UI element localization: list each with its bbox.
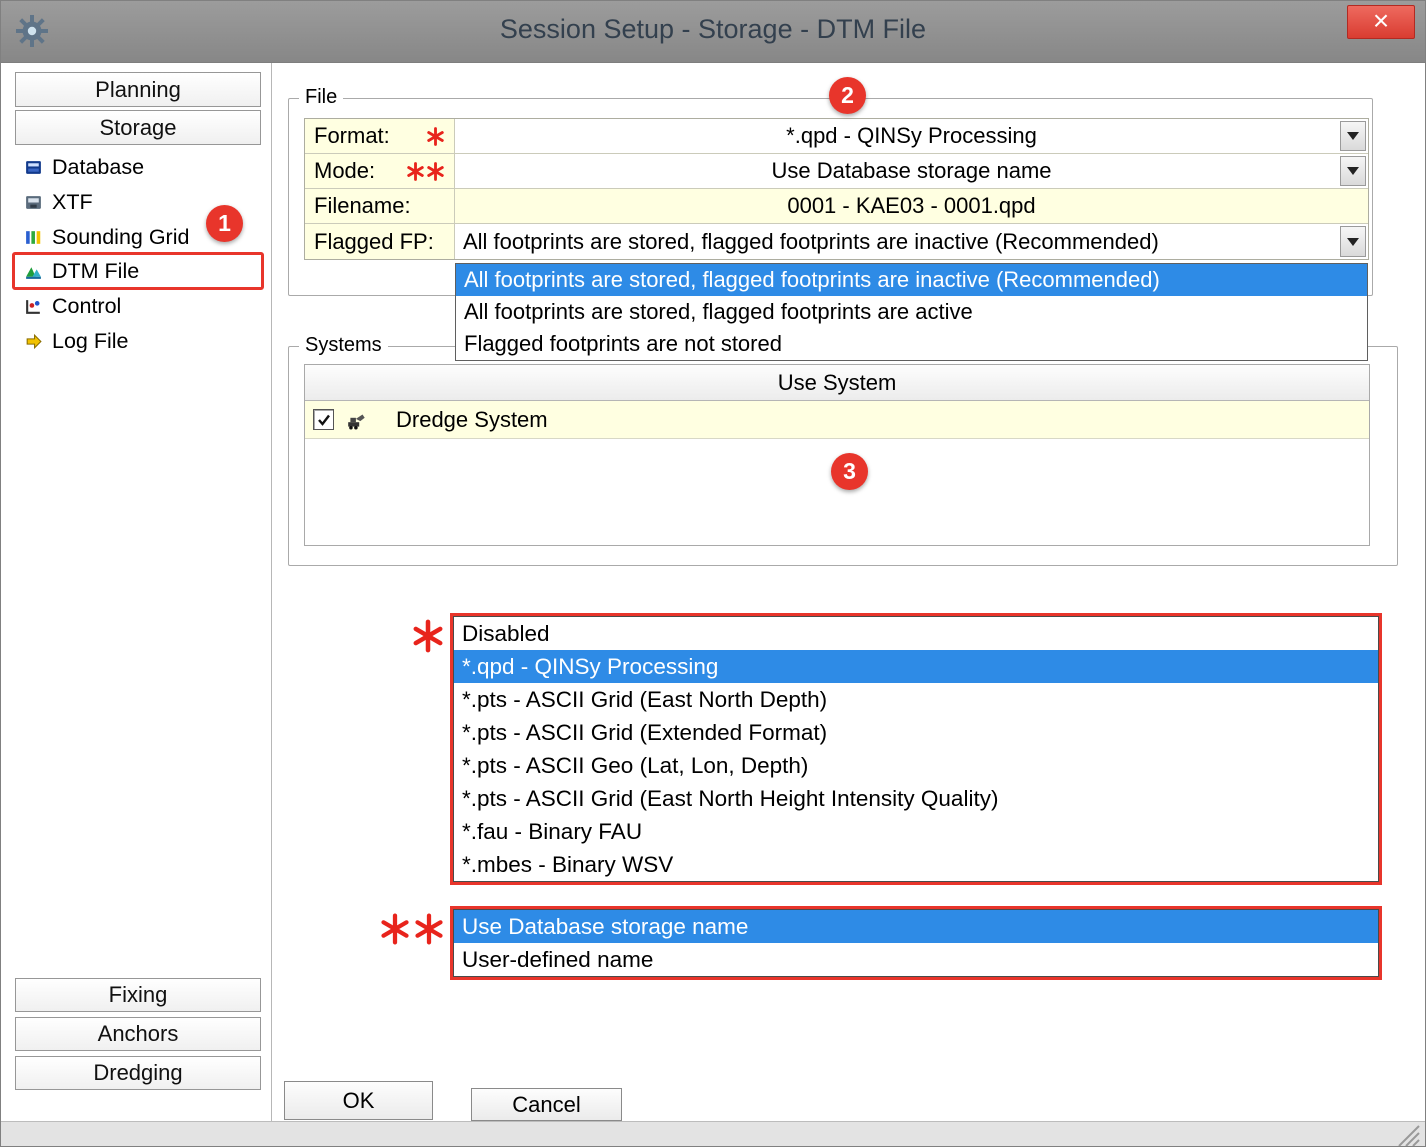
dropdown-arrow-icon[interactable] (1340, 226, 1366, 257)
sidebar-item-label: Control (52, 294, 121, 319)
format-label-text: Format: (314, 123, 390, 149)
list-option[interactable]: Disabled (454, 617, 1378, 650)
single-asterisk-marker-icon (411, 619, 445, 653)
dredge-system-icon (346, 410, 368, 430)
dropdown-option[interactable]: All footprints are stored, flagged footp… (456, 264, 1367, 296)
flagged-fp-label: Flagged FP: (305, 224, 455, 259)
double-asterisk-marker-icon (379, 913, 445, 945)
mode-row: Mode: Use Database storage name (305, 154, 1368, 189)
list-option[interactable]: *.fau - Binary FAU (454, 815, 1378, 848)
sounding-grid-icon (23, 227, 43, 247)
format-row: Format: *.qpd - QINSy Processing (305, 119, 1368, 154)
format-options-annotation-box: Disabled *.qpd - QINSy Processing *.pts … (450, 613, 1382, 885)
list-option[interactable]: *.pts - ASCII Grid (Extended Format) (454, 716, 1378, 749)
system-name: Dredge System (396, 407, 548, 433)
sidebar-item-label: Sounding Grid (52, 225, 189, 250)
dropdown-option[interactable]: All footprints are stored, flagged footp… (456, 296, 1367, 328)
file-group-label: File (299, 86, 343, 109)
flagged-fp-value: All footprints are stored, flagged footp… (463, 229, 1159, 255)
sidebar-button-fixing[interactable]: Fixing (15, 978, 261, 1012)
format-options-list: Disabled *.qpd - QINSy Processing *.pts … (453, 616, 1379, 882)
format-value: *.qpd - QINSy Processing (786, 123, 1037, 149)
filename-label-text: Filename: (314, 193, 411, 219)
flagged-fp-row: Flagged FP: All footprints are stored, f… (305, 224, 1368, 259)
sidebar-item-log-file[interactable]: Log File (15, 326, 261, 356)
annotation-badge-3: 3 (831, 453, 868, 490)
dtm-file-icon (23, 261, 43, 281)
session-setup-dialog: Session Setup - Storage - DTM File × Pla… (0, 0, 1426, 1147)
sidebar-item-label: Database (52, 155, 144, 180)
flagged-fp-label-text: Flagged FP: (314, 229, 434, 255)
required-asterisk-icon (426, 127, 445, 146)
systems-table: Use System Dredge System (304, 364, 1370, 546)
use-system-checkbox[interactable] (313, 409, 334, 430)
required-double-asterisk-icon (406, 162, 445, 181)
flagged-fp-dropdown[interactable]: All footprints are stored, flagged footp… (455, 224, 1368, 259)
dropdown-arrow-icon[interactable] (1340, 156, 1366, 186)
system-row-dredge[interactable]: Dredge System (305, 401, 1369, 439)
dropdown-option[interactable]: Flagged footprints are not stored (456, 328, 1367, 360)
sidebar-button-anchors[interactable]: Anchors (15, 1017, 261, 1051)
filename-label: Filename: (305, 189, 455, 223)
annotation-badge-1: 1 (206, 205, 243, 242)
sidebar-button-storage[interactable]: Storage (15, 110, 261, 145)
sidebar-item-label: XTF (52, 190, 93, 215)
sidebar-item-label: DTM File (52, 259, 139, 284)
systems-group-label: Systems (299, 334, 388, 357)
cancel-button[interactable]: Cancel (471, 1088, 622, 1121)
log-file-icon (23, 331, 43, 351)
close-icon: × (1373, 5, 1389, 36)
resize-grip[interactable] (1395, 1122, 1421, 1147)
xtf-file-icon (23, 192, 43, 212)
filename-row: Filename: 0001 - KAE03 - 0001.qpd (305, 189, 1368, 224)
list-option[interactable]: *.pts - ASCII Grid (East North Height In… (454, 782, 1378, 815)
flagged-fp-options-list: All footprints are stored, flagged footp… (455, 263, 1368, 361)
control-icon (23, 296, 43, 316)
sidebar-button-planning[interactable]: Planning (15, 72, 261, 107)
database-icon (23, 157, 43, 177)
titlebar[interactable]: Session Setup - Storage - DTM File × (1, 1, 1425, 63)
mode-options-annotation-box: Use Database storage name User-defined n… (450, 906, 1382, 980)
mode-dropdown[interactable]: Use Database storage name (455, 154, 1368, 188)
ok-button[interactable]: OK (284, 1081, 433, 1120)
list-option[interactable]: *.qpd - QINSy Processing (454, 650, 1378, 683)
list-option[interactable]: User-defined name (454, 943, 1378, 976)
sidebar-item-dtm-file[interactable]: DTM File (15, 256, 261, 286)
filename-field[interactable]: 0001 - KAE03 - 0001.qpd (455, 189, 1368, 223)
window-bottom-frame (1, 1121, 1425, 1147)
list-option[interactable]: *.mbes - Binary WSV (454, 848, 1378, 881)
list-option[interactable]: Use Database storage name (454, 910, 1378, 943)
sidebar-button-dredging[interactable]: Dredging (15, 1056, 261, 1090)
sidebar-item-database[interactable]: Database (15, 152, 261, 182)
filename-value: 0001 - KAE03 - 0001.qpd (787, 193, 1035, 219)
mode-label-text: Mode: (314, 158, 375, 184)
sidebar-item-label: Log File (52, 329, 129, 354)
dropdown-arrow-icon[interactable] (1340, 121, 1366, 151)
sidebar-item-control[interactable]: Control (15, 291, 261, 321)
sidebar-divider (271, 63, 272, 1121)
format-label: Format: (305, 119, 455, 153)
format-dropdown[interactable]: *.qpd - QINSy Processing (455, 119, 1368, 153)
annotation-badge-2: 2 (829, 77, 866, 114)
mode-label: Mode: (305, 154, 455, 188)
mode-value: Use Database storage name (771, 158, 1051, 184)
list-option[interactable]: *.pts - ASCII Grid (East North Depth) (454, 683, 1378, 716)
window-title: Session Setup - Storage - DTM File (1, 14, 1425, 45)
list-option[interactable]: *.pts - ASCII Geo (Lat, Lon, Depth) (454, 749, 1378, 782)
mode-options-list: Use Database storage name User-defined n… (453, 909, 1379, 977)
use-system-column-header: Use System (305, 365, 1369, 401)
close-button[interactable]: × (1347, 5, 1415, 39)
file-settings-table: Format: *.qpd - QINSy Processing Mode: U… (304, 118, 1369, 260)
